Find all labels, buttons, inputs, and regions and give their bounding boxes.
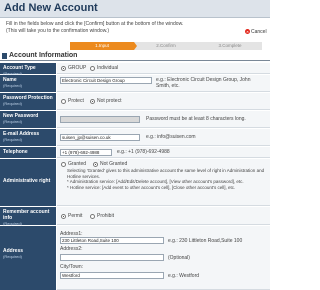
address2-label: Address2: xyxy=(60,246,83,252)
address1-input[interactable]: 230 Littleton Road,Suite 100 xyxy=(60,237,164,244)
step-confirm: 2.Confirm xyxy=(134,42,198,50)
telephone-input[interactable]: +1 (978)-692-4988 xyxy=(60,149,112,156)
row-name: Name (Required) Electronic Circuit Design… xyxy=(0,75,270,93)
name-input[interactable]: Electronic Circuit Design Group xyxy=(60,77,152,84)
radio-not-granted-label: Not Granted xyxy=(100,161,128,167)
email-hint: e.g.: info@suisen.com xyxy=(146,134,196,140)
page-header: Add New Account xyxy=(0,0,270,18)
row-password-protection: Password Protection (Required) Protect No… xyxy=(0,93,270,111)
step-input: 1.Input xyxy=(70,42,137,50)
new-password-input[interactable] xyxy=(60,116,140,123)
radio-protect[interactable] xyxy=(61,99,66,104)
label-email: E-mail Address (Required) xyxy=(0,129,56,146)
label-remember: Remember account info (Required) xyxy=(0,207,56,226)
row-account-type: Account Type (Required) GROUP Individual xyxy=(0,63,270,76)
label-account-type: Account Type (Required) xyxy=(0,63,56,76)
address2-input[interactable] xyxy=(60,254,164,261)
step-complete: 3.Complete xyxy=(198,42,262,50)
new-password-hint: Password must be at least 8 characters l… xyxy=(146,116,246,122)
admin-right-description: Selecting 'Granted' gives to this admini… xyxy=(67,168,265,190)
radio-permit-label: Permit xyxy=(68,213,83,219)
address2-hint: (Optional) xyxy=(168,255,190,261)
row-new-password: New Password (Required) Password must be … xyxy=(0,111,270,129)
radio-group[interactable] xyxy=(61,66,66,71)
radio-individual-label: Individual xyxy=(97,65,119,71)
telephone-hint: e.g.: +1 (978)-692-4988 xyxy=(117,149,170,155)
label-password-protection: Password Protection (Required) xyxy=(0,93,56,110)
row-admin-right: Administrative right Granted Not Granted… xyxy=(0,159,270,207)
intro-line-2: (This will take you to the confirmation … xyxy=(6,27,110,34)
radio-individual[interactable] xyxy=(90,66,95,71)
row-remember: Remember account info (Required) Permit P… xyxy=(0,207,270,226)
label-address: Address (Required) xyxy=(0,226,56,290)
radio-not-protect[interactable] xyxy=(90,99,95,104)
cancel-icon[interactable]: × xyxy=(245,29,250,34)
row-telephone: Telephone +1 (978)-692-4988 e.g.: +1 (97… xyxy=(0,147,270,159)
radio-protect-label: Protect xyxy=(68,98,84,104)
radio-prohibit-label: Prohibit xyxy=(97,213,114,219)
radio-granted[interactable] xyxy=(61,162,66,167)
name-hint: e.g.: Electronic Circuit Design Group, J… xyxy=(156,77,251,89)
section-title: Account Information xyxy=(9,52,78,59)
radio-prohibit[interactable] xyxy=(90,214,95,219)
radio-not-granted[interactable] xyxy=(93,162,98,167)
section-square-icon xyxy=(2,53,7,59)
row-email: E-mail Address (Required) suisen_jp@suise… xyxy=(0,129,270,147)
intro-text: Fill in the fields below and click the [… xyxy=(6,21,234,34)
page-title: Add New Account xyxy=(4,2,98,14)
city-input[interactable]: Westford xyxy=(60,272,164,279)
step-arrow-icon xyxy=(134,42,137,50)
label-admin-right: Administrative right xyxy=(0,159,56,206)
label-name: Name (Required) xyxy=(0,75,56,92)
step-indicator: 1.Input 2.Confirm 3.Complete xyxy=(70,42,262,50)
cancel-link[interactable]: Cancel xyxy=(251,29,267,35)
email-input[interactable]: suisen_jp@suisen.co.uk xyxy=(60,134,140,141)
city-label: City/Town: xyxy=(60,264,84,270)
city-hint: e.g.: Westford xyxy=(168,273,200,279)
label-new-password: New Password (Required) xyxy=(0,111,56,128)
row-address: Address (Required) Address1: 230 Littleto… xyxy=(0,226,270,290)
radio-not-protect-label: Not protect xyxy=(97,98,122,104)
radio-granted-label: Granted xyxy=(68,161,87,167)
radio-group-label: GROUP xyxy=(68,65,87,71)
address1-hint: e.g.: 230 Littleton Road,Suite 100 xyxy=(168,238,243,244)
label-telephone: Telephone xyxy=(0,147,56,158)
step-input-label: 1.Input xyxy=(95,43,109,48)
section-header: Account Information xyxy=(0,52,270,61)
radio-permit[interactable] xyxy=(61,214,66,219)
